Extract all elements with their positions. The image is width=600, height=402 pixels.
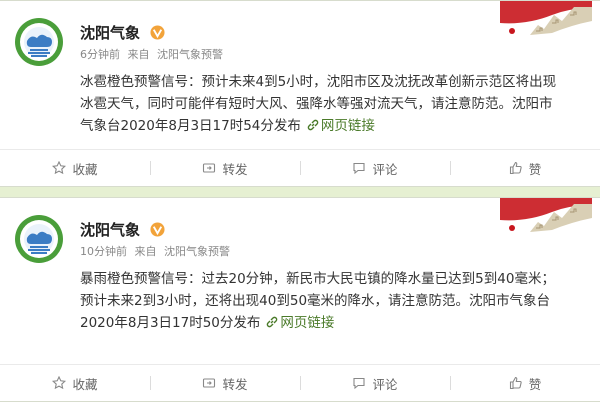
- post-content: 冰雹橙色预警信号：预计未来4到5小时，沈阳市区及沈抚改革创新示范区将出现 冰雹天…: [80, 71, 590, 137]
- repost-button[interactable]: 转发: [150, 159, 300, 178]
- great-wall-decoration: [500, 1, 592, 43]
- favorite-label: 收藏: [72, 161, 98, 177]
- link-icon: [307, 119, 319, 131]
- like-icon: [509, 376, 522, 390]
- favorite-button[interactable]: 收藏: [0, 374, 150, 393]
- account-name[interactable]: 沈阳气象: [80, 221, 140, 239]
- post-time[interactable]: 6分钟前: [80, 48, 120, 61]
- action-bar: 收藏 转发 评论 赞: [0, 364, 600, 401]
- like-icon: [509, 161, 522, 175]
- verified-icon: [150, 25, 165, 40]
- repost-icon: [203, 163, 216, 173]
- like-label: 赞: [528, 376, 542, 392]
- great-wall-decoration: [500, 198, 592, 240]
- verified-icon: [150, 222, 165, 237]
- avatar-logo-icon: [15, 215, 63, 263]
- content-line: 冰雹天气，同时可能伴有短时大风、强降水等强对流天气，请注意防范。沈阳市: [80, 96, 553, 112]
- weibo-post: 沈阳气象 6分钟前 来自 沈阳气象预警 冰雹橙色预警信号：预计未来4到5小时，沈…: [0, 0, 600, 187]
- comment-icon: [353, 162, 366, 175]
- source-prefix: 来自: [127, 48, 150, 61]
- account-name[interactable]: 沈阳气象: [80, 24, 140, 42]
- content-line: 预计未来2到3小时，还将出现40到50毫米的降水，请注意防范。沈阳市气象台: [80, 293, 551, 309]
- favorite-button[interactable]: 收藏: [0, 159, 150, 178]
- content-line: 冰雹橙色预警信号：预计未来4到5小时，沈阳市区及沈抚改革创新示范区将出现: [80, 74, 557, 90]
- avatar[interactable]: [14, 214, 64, 264]
- avatar[interactable]: [14, 17, 64, 67]
- repost-icon: [203, 378, 216, 388]
- web-link[interactable]: 网页链接: [321, 118, 375, 134]
- comment-icon: [353, 377, 366, 390]
- post-time[interactable]: 10分钟前: [80, 245, 127, 258]
- content-line: 2020年8月3日17时50分发布: [80, 315, 261, 331]
- source-prefix: 来自: [134, 245, 157, 258]
- post-content: 暴雨橙色预警信号：过去20分钟，新民市大民屯镇的降水量已达到5到40毫米； 预计…: [80, 268, 590, 334]
- post-source[interactable]: 沈阳气象预警: [164, 245, 230, 258]
- star-icon: [52, 376, 67, 390]
- comment-button[interactable]: 评论: [300, 374, 450, 393]
- web-link[interactable]: 网页链接: [280, 315, 334, 331]
- star-icon: [52, 161, 67, 175]
- like-label: 赞: [528, 161, 542, 177]
- content-line: 暴雨橙色预警信号：过去20分钟，新民市大民屯镇的降水量已达到5到40毫米；: [80, 271, 555, 287]
- weibo-post: 沈阳气象 10分钟前 来自 沈阳气象预警 暴雨橙色预警信号：过去20分钟，新民市…: [0, 197, 600, 402]
- repost-button[interactable]: 转发: [150, 374, 300, 393]
- post-source[interactable]: 沈阳气象预警: [157, 48, 223, 61]
- action-bar: 收藏 转发 评论 赞: [0, 149, 600, 186]
- comment-button[interactable]: 评论: [300, 159, 450, 178]
- comment-label: 评论: [372, 376, 398, 392]
- like-button[interactable]: 赞: [450, 374, 600, 393]
- content-line: 气象台2020年8月3日17时54分发布: [80, 118, 301, 134]
- favorite-label: 收藏: [72, 376, 98, 392]
- like-button[interactable]: 赞: [450, 159, 600, 178]
- link-icon: [266, 316, 278, 328]
- repost-label: 转发: [222, 161, 248, 177]
- repost-label: 转发: [222, 376, 248, 392]
- comment-label: 评论: [372, 161, 398, 177]
- avatar-logo-icon: [15, 18, 63, 66]
